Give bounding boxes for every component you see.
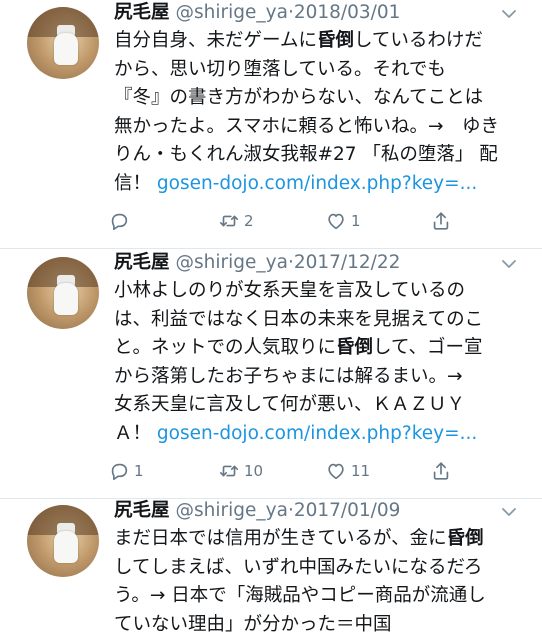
tweet-text-line: ていない理由」が分かった＝中国 <box>114 611 524 640</box>
text-segment: 女系天皇に言及して何が悪い、ＫＡＺＵＹ <box>114 394 465 415</box>
share-button[interactable] <box>430 208 452 234</box>
author-name[interactable]: 尻毛屋 <box>114 252 170 273</box>
tweet-date[interactable]: 2017/01/09 <box>294 500 401 521</box>
text-segment: Ａ！ <box>114 422 157 444</box>
tweet-text-line: から落第したお子ちゃまには解るまい。→ <box>114 363 524 392</box>
tweet-text-line: してしまえば、いずれ中国みたいになるだろ <box>114 554 524 583</box>
tweet-header: 尻毛屋 @shirige_ya·2018/03/01 <box>114 0 400 26</box>
share-button[interactable] <box>430 458 452 484</box>
reply-button[interactable]: 1 <box>108 458 144 484</box>
text-segment: 無かったよ。スマホに頼ると怖いね。→ ゆき <box>114 115 499 137</box>
tweet-text-line: 『冬』の書き方がわからない、なんてことは <box>114 84 524 113</box>
reply-icon <box>108 210 130 232</box>
text-segment: まだ日本では信用が生きているが、金に <box>114 528 447 549</box>
retweet-count: 10 <box>244 462 264 480</box>
highlighted-term: 昏倒 <box>316 30 354 51</box>
share-icon <box>430 210 452 232</box>
tweet-text-line: まだ日本では信用が生きているが、金に昏倒 <box>114 525 524 554</box>
tweet-text-line: 信！ gosen-dojo.com/index.php?key=... <box>114 170 524 199</box>
like-count: 1 <box>351 212 361 230</box>
tweet-link[interactable]: gosen-dojo.com/index.php?key=... <box>157 173 477 194</box>
tweet-text-line: う。→ 日本で「海賊品やコピー商品が流通し <box>114 582 524 611</box>
author-meta: @shirige_ya·2017/01/09 <box>176 500 401 521</box>
author-name[interactable]: 尻毛屋 <box>114 500 170 521</box>
tweet-text-line: 無かったよ。スマホに頼ると怖いね。→ ゆき <box>114 113 524 142</box>
text-segment: と。ネットでの人気取りに <box>114 337 337 358</box>
tweet-link[interactable]: gosen-dojo.com/index.php?key=... <box>157 423 477 444</box>
avatar[interactable] <box>27 7 99 79</box>
text-segment: しているわけだ <box>353 30 483 51</box>
text-segment: りん・もくれん淑女我報#27 「私の堕落」 配 <box>114 144 498 165</box>
retweet-button[interactable]: 10 <box>218 458 263 484</box>
author-meta: @shirige_ya·2018/03/01 <box>176 2 401 23</box>
author-handle[interactable]: @shirige_ya <box>176 252 288 273</box>
chevron-down-icon[interactable] <box>498 504 520 518</box>
text-segment: から、思い切り堕落している。それでも <box>114 58 446 80</box>
reply-button[interactable] <box>108 208 134 234</box>
tweet-text-line: は、利益ではなく日本の未来を見据えてのこ <box>114 306 524 335</box>
author-name[interactable]: 尻毛屋 <box>114 2 170 23</box>
text-segment: は、利益ではなく日本の未来を見据えてのこ <box>114 308 484 330</box>
like-button[interactable]: 1 <box>325 208 361 234</box>
text-segment: から落第したお子ちゃまには解るまい。→ <box>114 365 463 387</box>
tweet-header: 尻毛屋 @shirige_ya·2017/01/09 <box>114 498 400 524</box>
retweet-count: 2 <box>244 212 254 230</box>
text-segment: 『冬』の書き方がわからない、なんてことは <box>114 87 484 108</box>
text-segment: 小林よしのりが女系天皇を言及しているの <box>114 280 465 301</box>
tweet-text-line: 小林よしのりが女系天皇を言及しているの <box>114 277 524 306</box>
like-button[interactable]: 11 <box>325 458 370 484</box>
tweet[interactable]: 尻毛屋 @shirige_ya·2017/01/09 まだ日本では信用が生きているが… <box>0 498 542 640</box>
tweet-text-line: から、思い切り堕落している。それでも <box>114 56 524 85</box>
avatar[interactable] <box>27 505 99 577</box>
tweet-text-line: りん・もくれん淑女我報#27 「私の堕落」 配 <box>114 141 524 170</box>
like-icon <box>325 210 347 232</box>
author-meta: @shirige_ya·2017/12/22 <box>176 252 401 273</box>
tweet-actions: 1 10 11 <box>0 458 542 484</box>
text-segment: してしまえば、いずれ中国みたいになるだろ <box>114 556 483 578</box>
tweet-text: 自分自身、未だゲームに昏倒しているわけだ から、思い切り堕落している。それでも 『冬… <box>114 27 524 198</box>
tweet-header: 尻毛屋 @shirige_ya·2017/12/22 <box>114 250 400 276</box>
tweet-text: まだ日本では信用が生きているが、金に昏倒 してしまえば、いずれ中国みたいになるだろ… <box>114 525 524 639</box>
chevron-down-icon[interactable] <box>498 256 520 270</box>
author-handle[interactable]: @shirige_ya <box>176 500 288 521</box>
text-segment: う。→ 日本で「海賊品やコピー商品が流通し <box>114 585 486 606</box>
tweet-divider <box>0 248 542 249</box>
highlighted-term: 昏倒 <box>446 528 484 549</box>
highlighted-term: 昏倒 <box>336 337 374 358</box>
tweet-text-line: と。ネットでの人気取りに昏倒して、ゴー宣 <box>114 334 524 363</box>
text-segment: ていない理由」が分かった＝中国 <box>114 613 392 635</box>
author-handle[interactable]: @shirige_ya <box>176 2 288 23</box>
retweet-icon <box>218 210 240 232</box>
retweet-icon <box>218 460 240 482</box>
reply-icon <box>108 460 130 482</box>
avatar[interactable] <box>27 257 99 329</box>
text-segment: 自分自身、未だゲームに <box>114 30 317 51</box>
text-segment: 信！ <box>114 172 157 194</box>
tweet-text: 小林よしのりが女系天皇を言及しているの は、利益ではなく日本の未来を見据えてのこと… <box>114 277 524 448</box>
tweet-actions: 21 <box>0 208 542 234</box>
like-count: 11 <box>351 462 371 480</box>
retweet-button[interactable]: 2 <box>218 208 254 234</box>
text-segment: して、ゴー宣 <box>373 337 483 358</box>
tweet-text-line: Ａ！ gosen-dojo.com/index.php?key=... <box>114 420 524 449</box>
tweet-date[interactable]: 2017/12/22 <box>294 252 401 273</box>
like-icon <box>325 460 347 482</box>
tweet-text-line: 自分自身、未だゲームに昏倒しているわけだ <box>114 27 524 56</box>
timeline: 尻毛屋 @shirige_ya·2018/03/01 自分自身、未だゲームに昏倒して… <box>0 0 542 640</box>
share-icon <box>430 460 452 482</box>
tweet-text-line: 女系天皇に言及して何が悪い、ＫＡＺＵＹ <box>114 391 524 420</box>
tweet-date[interactable]: 2018/03/01 <box>294 2 401 23</box>
reply-count: 1 <box>134 462 144 480</box>
chevron-down-icon[interactable] <box>498 6 520 20</box>
